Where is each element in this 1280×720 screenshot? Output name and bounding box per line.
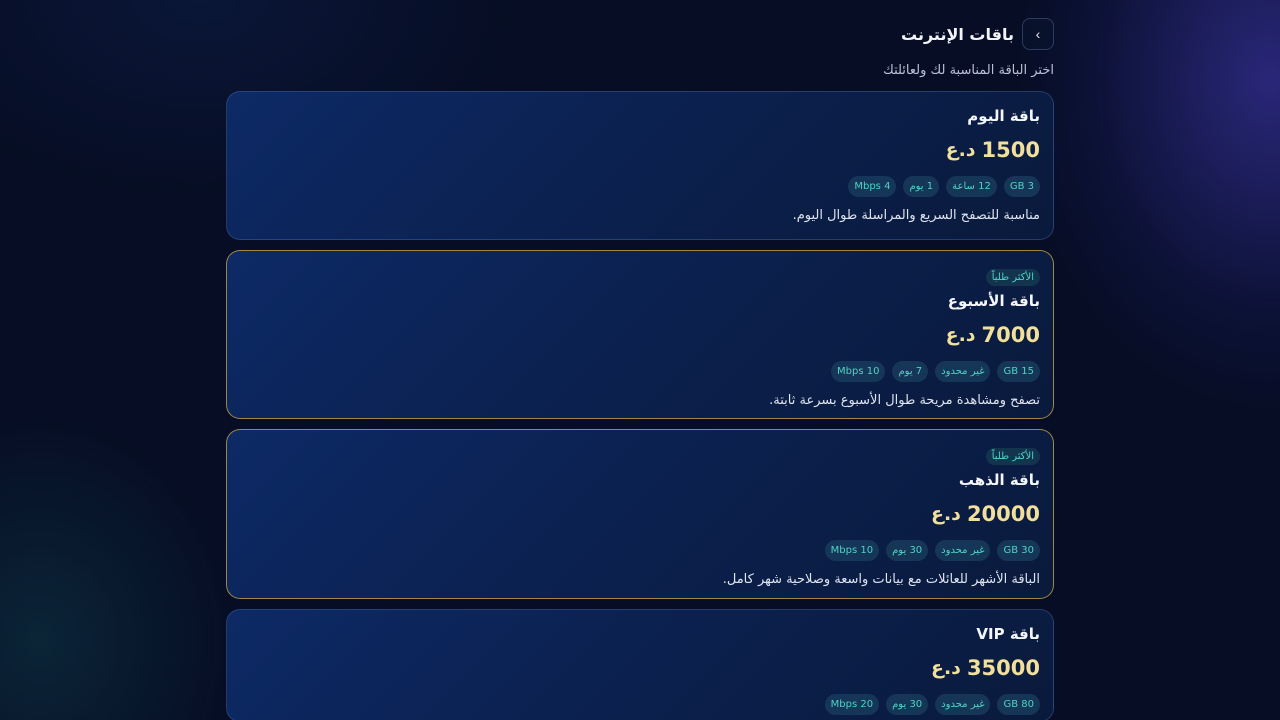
plan-description: تصفح ومشاهدة مريحة طوال الأسبوع بسرعة ثا…: [769, 393, 1040, 408]
hours-chip: غير محدود: [935, 361, 991, 382]
data-chip: 80 GB: [997, 694, 1040, 715]
price-currency: د.ع: [930, 503, 961, 525]
price-currency: د.ع: [930, 657, 961, 679]
plan-price: 35000 د.ع: [240, 654, 1040, 682]
plan-name: باقة الذهب: [958, 471, 1040, 489]
plan-price: 7000 د.ع: [240, 321, 1040, 349]
plan-name: باقة VIP: [976, 625, 1040, 643]
page-header: › باقات الإنترنت: [226, 18, 1054, 50]
speed-chip: 20 Mbps: [824, 694, 880, 715]
validity-chip: 7 يوم: [892, 361, 929, 382]
plan-name: باقة الأسبوع: [947, 292, 1040, 310]
price-currency: د.ع: [945, 139, 976, 161]
data-chip: 15 GB: [997, 361, 1040, 382]
data-chip: 30 GB: [997, 540, 1040, 561]
popular-badge: الأكثر طلباً: [985, 448, 1040, 465]
price-value: 1500: [981, 138, 1040, 162]
plan-features: 3 GB 12 ساعة 1 يوم 4 Mbps: [240, 176, 1040, 197]
plan-description: الباقة الأشهر للعائلات مع بيانات واسعة و…: [722, 572, 1040, 587]
chevron-right-icon: ›: [1035, 26, 1041, 42]
speed-chip: 4 Mbps: [848, 176, 897, 197]
plan-price: 20000 د.ع: [240, 500, 1040, 528]
speed-chip: 10 Mbps: [824, 540, 880, 561]
plan-description: مناسبة للتصفح السريع والمراسلة طوال اليو…: [792, 208, 1040, 223]
price-value: 7000: [981, 323, 1040, 347]
plans-list: باقة اليوم 1500 د.ع 3 GB 12 ساعة 1 يوم 4…: [226, 91, 1054, 720]
back-button[interactable]: ›: [1022, 18, 1054, 50]
page-title: باقات الإنترنت: [901, 24, 1014, 44]
plan-card-day[interactable]: باقة اليوم 1500 د.ع 3 GB 12 ساعة 1 يوم 4…: [226, 91, 1054, 240]
hours-chip: غير محدود: [935, 540, 991, 561]
plan-card-week[interactable]: الأكثر طلباً باقة الأسبوع 7000 د.ع 15 GB…: [226, 250, 1054, 419]
validity-chip: 30 يوم: [886, 540, 929, 561]
price-currency: د.ع: [945, 324, 976, 346]
speed-chip: 10 Mbps: [831, 361, 886, 382]
page-container: › باقات الإنترنت اختر الباقة المناسبة لك…: [226, 18, 1054, 720]
plan-features: 15 GB غير محدود 7 يوم 10 Mbps: [240, 361, 1040, 382]
price-value: 35000: [966, 656, 1040, 680]
price-value: 20000: [966, 502, 1040, 526]
validity-chip: 30 يوم: [886, 694, 929, 715]
plan-card-vip[interactable]: باقة VIP 35000 د.ع 80 GB غير محدود 30 يو…: [226, 609, 1054, 720]
plan-card-gold[interactable]: الأكثر طلباً باقة الذهب 20000 د.ع 30 GB …: [226, 429, 1054, 599]
data-chip: 3 GB: [1003, 176, 1040, 197]
plan-features: 30 GB غير محدود 30 يوم 10 Mbps: [240, 540, 1040, 561]
popular-badge: الأكثر طلباً: [985, 269, 1040, 286]
hours-chip: غير محدود: [935, 694, 991, 715]
plan-features: 80 GB غير محدود 30 يوم 20 Mbps: [240, 694, 1040, 715]
hours-chip: 12 ساعة: [946, 176, 997, 197]
plan-price: 1500 د.ع: [240, 136, 1040, 164]
validity-chip: 1 يوم: [903, 176, 940, 197]
page-subtitle: اختر الباقة المناسبة لك ولعائلتك: [883, 63, 1054, 78]
plan-name: باقة اليوم: [967, 107, 1040, 125]
